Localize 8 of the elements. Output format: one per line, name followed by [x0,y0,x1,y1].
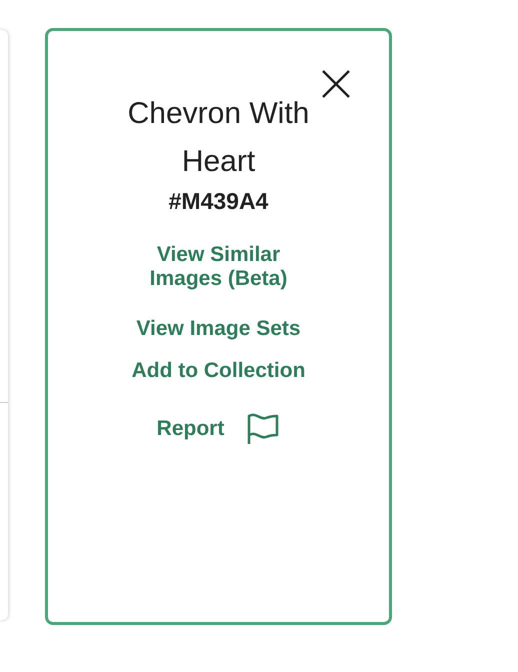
flag-icon [246,413,280,445]
image-title: Chevron With Heart [126,96,310,180]
report-link[interactable]: Report [156,413,280,445]
close-icon[interactable] [320,68,352,100]
menu-link[interactable]: Add to Collection [132,359,306,383]
image-code: #M439A4 [168,188,268,215]
menu-link[interactable]: View Similar Images (Beta) [128,243,308,291]
menu-link[interactable]: View Image Sets [136,317,301,341]
